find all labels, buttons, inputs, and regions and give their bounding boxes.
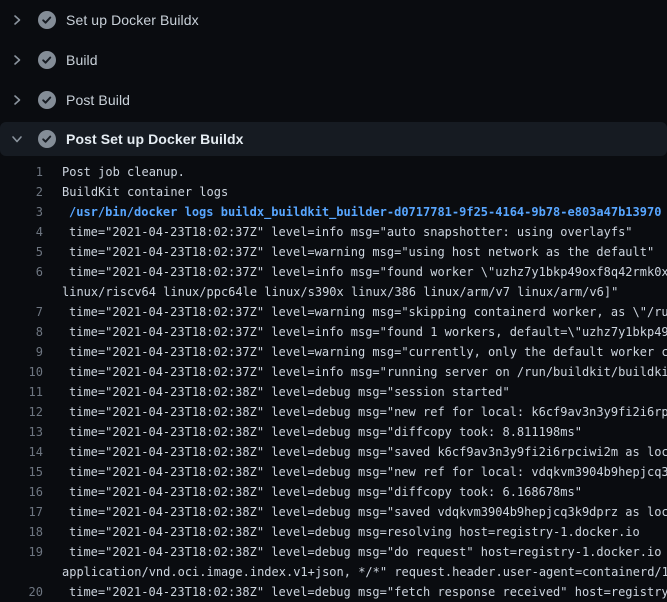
log-text: time="2021-04-23T18:02:37Z" level=warnin… — [62, 342, 667, 362]
log-text: time="2021-04-23T18:02:38Z" level=debug … — [62, 402, 667, 422]
chevron-right-icon — [10, 53, 24, 67]
line-number[interactable]: 13 — [0, 422, 43, 442]
line-number[interactable]: 1 — [0, 162, 43, 182]
line-number[interactable]: 8 — [0, 322, 43, 342]
log-line: 19 time="2021-04-23T18:02:38Z" level=deb… — [0, 542, 667, 562]
log-text: time="2021-04-23T18:02:37Z" level=warnin… — [62, 242, 654, 262]
check-circle-icon — [38, 130, 56, 148]
log-line: 16 time="2021-04-23T18:02:38Z" level=deb… — [0, 482, 667, 502]
line-number[interactable]: 10 — [0, 362, 43, 382]
log-line: 3 /usr/bin/docker logs buildx_buildkit_b… — [0, 202, 667, 222]
step-label: Post Set up Docker Buildx — [66, 131, 244, 147]
log-text: time="2021-04-23T18:02:38Z" level=debug … — [62, 382, 510, 402]
log-text: time="2021-04-23T18:02:37Z" level=info m… — [62, 362, 667, 382]
log-text: time="2021-04-23T18:02:37Z" level=info m… — [62, 222, 633, 242]
log-line: 15 time="2021-04-23T18:02:38Z" level=deb… — [0, 462, 667, 482]
log-line: application/vnd.oci.image.index.v1+json,… — [0, 562, 667, 582]
log-text: time="2021-04-23T18:02:37Z" level=info m… — [62, 322, 667, 342]
check-circle-icon — [38, 91, 56, 109]
line-number[interactable]: 3 — [0, 202, 43, 222]
log-text: time="2021-04-23T18:02:38Z" level=debug … — [62, 542, 667, 562]
log-line: 9 time="2021-04-23T18:02:37Z" level=warn… — [0, 342, 667, 362]
chevron-right-icon — [10, 93, 24, 107]
log-text: time="2021-04-23T18:02:38Z" level=debug … — [62, 442, 667, 462]
line-number[interactable]: 20 — [0, 582, 43, 602]
line-number[interactable]: 18 — [0, 522, 43, 542]
log-line: 18 time="2021-04-23T18:02:38Z" level=deb… — [0, 522, 667, 542]
line-number[interactable]: 11 — [0, 382, 43, 402]
log-line: 8 time="2021-04-23T18:02:37Z" level=info… — [0, 322, 667, 342]
line-number[interactable]: 2 — [0, 182, 43, 202]
log-text: time="2021-04-23T18:02:37Z" level=info m… — [62, 262, 667, 282]
log-text: time="2021-04-23T18:02:38Z" level=debug … — [62, 582, 667, 602]
log-text: time="2021-04-23T18:02:38Z" level=debug … — [62, 502, 667, 522]
line-number[interactable]: 12 — [0, 402, 43, 422]
line-number[interactable]: 4 — [0, 222, 43, 242]
log-text: /usr/bin/docker logs buildx_buildkit_bui… — [62, 202, 661, 222]
line-number[interactable]: 5 — [0, 242, 43, 262]
line-number[interactable] — [0, 562, 43, 582]
log-line: 2 ▼BuildKit container logs — [0, 182, 667, 202]
log-text: linux/riscv64 linux/ppc64le linux/s390x … — [62, 282, 618, 302]
line-number[interactable]: 7 — [0, 302, 43, 322]
log-line: 1 Post job cleanup. — [0, 162, 667, 182]
log-line: 11 time="2021-04-23T18:02:38Z" level=deb… — [0, 382, 667, 402]
line-number[interactable]: 16 — [0, 482, 43, 502]
log-line: 13 time="2021-04-23T18:02:38Z" level=deb… — [0, 422, 667, 442]
step-set-up-docker-buildx[interactable]: Set up Docker Buildx — [0, 0, 667, 40]
line-number[interactable] — [0, 282, 43, 302]
line-number[interactable]: 9 — [0, 342, 43, 362]
log-text: time="2021-04-23T18:02:37Z" level=warnin… — [62, 302, 667, 322]
log-text: ▼BuildKit container logs — [62, 182, 228, 202]
log-text: application/vnd.oci.image.index.v1+json,… — [62, 562, 667, 582]
log-line: 7 time="2021-04-23T18:02:37Z" level=warn… — [0, 302, 667, 322]
check-circle-icon — [38, 51, 56, 69]
step-post-build[interactable]: Post Build — [0, 80, 667, 120]
log-text: time="2021-04-23T18:02:38Z" level=debug … — [62, 462, 667, 482]
step-label: Post Build — [66, 92, 130, 108]
step-label: Set up Docker Buildx — [66, 12, 199, 28]
log-text: time="2021-04-23T18:02:38Z" level=debug … — [62, 482, 582, 502]
log-text: time="2021-04-23T18:02:38Z" level=debug … — [62, 522, 640, 542]
log-text: time="2021-04-23T18:02:38Z" level=debug … — [62, 422, 582, 442]
step-post-set-up-docker-buildx[interactable]: Post Set up Docker Buildx — [0, 122, 667, 156]
line-number[interactable]: 19 — [0, 542, 43, 562]
log-line: 6 time="2021-04-23T18:02:37Z" level=info… — [0, 262, 667, 282]
line-number[interactable]: 6 — [0, 262, 43, 282]
log-line: 17 time="2021-04-23T18:02:38Z" level=deb… — [0, 502, 667, 522]
line-number[interactable]: 14 — [0, 442, 43, 462]
step-label: Build — [66, 52, 98, 68]
log-line: 4 time="2021-04-23T18:02:37Z" level=info… — [0, 222, 667, 242]
log-line: linux/riscv64 linux/ppc64le linux/s390x … — [0, 282, 667, 302]
workflow-steps-panel: Set up Docker Buildx Build Post Build Po… — [0, 0, 667, 602]
log-line: 5 time="2021-04-23T18:02:37Z" level=warn… — [0, 242, 667, 262]
step-build[interactable]: Build — [0, 40, 667, 80]
log-line: 12 time="2021-04-23T18:02:38Z" level=deb… — [0, 402, 667, 422]
line-number[interactable]: 15 — [0, 462, 43, 482]
line-number[interactable]: 17 — [0, 502, 43, 522]
chevron-down-icon — [10, 132, 24, 146]
log-container: 1 Post job cleanup. 2 ▼BuildKit containe… — [0, 156, 667, 602]
chevron-right-icon — [10, 13, 24, 27]
log-text: Post job cleanup. — [62, 162, 185, 182]
log-line: 20 time="2021-04-23T18:02:38Z" level=deb… — [0, 582, 667, 602]
check-circle-icon — [38, 11, 56, 29]
log-line: 10 time="2021-04-23T18:02:37Z" level=inf… — [0, 362, 667, 382]
log-line: 14 time="2021-04-23T18:02:38Z" level=deb… — [0, 442, 667, 462]
